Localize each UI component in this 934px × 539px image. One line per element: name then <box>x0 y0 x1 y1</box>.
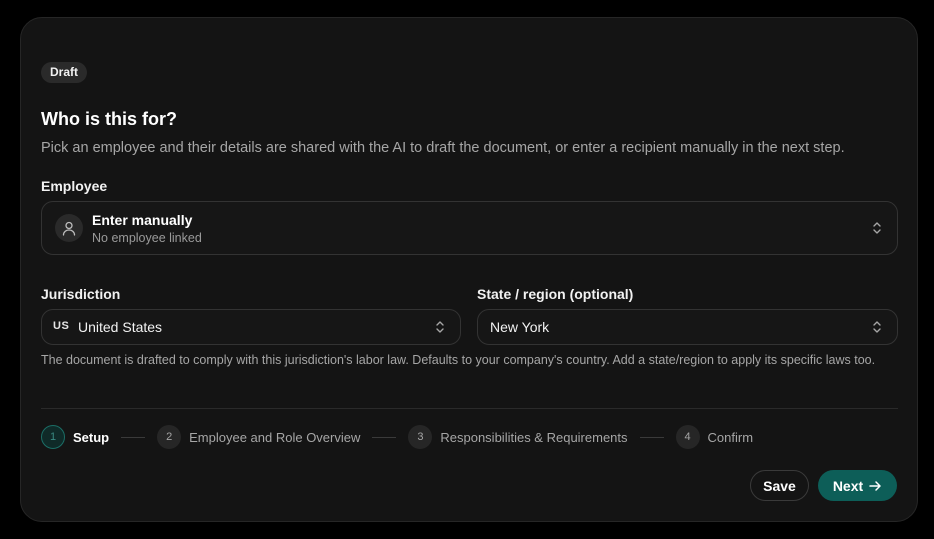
employee-select[interactable]: Enter manually No employee linked <box>41 201 898 255</box>
step-label: Confirm <box>707 429 754 445</box>
employee-label: Employee <box>41 178 108 194</box>
step-connector <box>639 436 664 438</box>
chevron-up-down-icon <box>873 222 881 234</box>
next-button-label: Next <box>832 477 864 494</box>
step-number: 3 <box>408 425 433 449</box>
step-employee-role-overview[interactable]: 2 Employee and Role Overview <box>157 425 360 449</box>
divider <box>41 408 898 409</box>
status-badge: Draft <box>41 62 88 83</box>
jurisdiction-value: United States <box>78 319 163 335</box>
step-setup[interactable]: 1 Setup <box>41 425 109 449</box>
jurisdiction-select[interactable]: US United States <box>41 309 461 345</box>
step-connector <box>372 436 397 438</box>
state-label: State / region (optional) <box>477 286 634 302</box>
jurisdiction-label: Jurisdiction <box>41 286 121 302</box>
state-select[interactable]: New York <box>477 309 898 345</box>
employee-value: Enter manually <box>92 212 193 228</box>
step-connector <box>121 436 146 438</box>
person-icon <box>55 214 83 242</box>
arrow-right-icon <box>869 480 881 491</box>
save-button[interactable]: Save <box>750 470 809 501</box>
employee-subtext: No employee linked <box>92 231 202 245</box>
jurisdiction-help-text: The document is drafted to comply with t… <box>41 353 876 367</box>
step-number: 1 <box>41 425 65 449</box>
step-label: Employee and Role Overview <box>189 429 361 445</box>
step-label: Setup <box>73 429 110 445</box>
country-flag-icon: US <box>53 320 70 332</box>
document-setup-card: Draft Who is this for? Pick an employee … <box>20 17 918 522</box>
step-confirm[interactable]: 4 Confirm <box>675 425 754 449</box>
chevron-up-down-icon <box>873 321 881 333</box>
next-button[interactable]: Next <box>818 470 897 501</box>
step-responsibilities[interactable]: 3 Responsibilities & Requirements <box>408 425 628 449</box>
stepper: 1 Setup 2 Employee and Role Overview 3 R… <box>41 424 753 450</box>
page-title: Who is this for? <box>41 109 177 129</box>
state-value: New York <box>490 319 550 335</box>
step-number: 4 <box>675 425 700 449</box>
step-label: Responsibilities & Requirements <box>440 429 628 445</box>
page-subtitle: Pick an employee and their details are s… <box>41 140 845 156</box>
chevron-up-down-icon <box>436 321 444 333</box>
step-number: 2 <box>157 425 182 449</box>
